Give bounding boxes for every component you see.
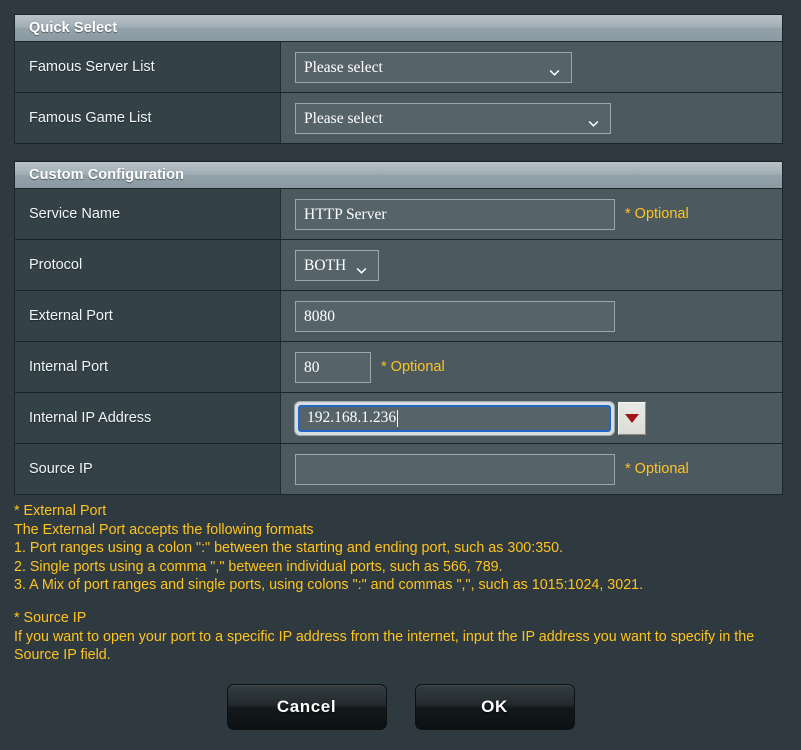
- note-external-port-item-2: 2. Single ports using a comma "," betwee…: [14, 558, 503, 575]
- cancel-button[interactable]: Cancel: [226, 684, 387, 730]
- external-port-value: 8080: [304, 307, 335, 325]
- note-external-port-heading: * External Port: [14, 503, 107, 519]
- chevron-down-icon: [587, 111, 600, 127]
- row-famous-game-list: Famous Game List Please select: [15, 93, 782, 143]
- label-famous-server-list: Famous Server List: [15, 42, 281, 92]
- port-forwarding-dialog: Quick Select Famous Server List Please s…: [0, 0, 801, 750]
- row-famous-server-list: Famous Server List Please select: [15, 42, 782, 93]
- internal-port-input[interactable]: 80: [295, 351, 371, 383]
- label-protocol: Protocol: [15, 240, 281, 290]
- note-external-port-item-3: 3. A Mix of port ranges and single ports…: [14, 577, 644, 594]
- row-internal-port: Internal Port 80 * Optional: [15, 342, 782, 393]
- row-service-name: Service Name HTTP Server * Optional: [15, 189, 782, 240]
- row-external-port: External Port 8080: [15, 291, 782, 342]
- quick-select-panel-title: Quick Select: [15, 15, 782, 42]
- internal-port-value: 80: [304, 358, 320, 376]
- label-internal-port: Internal Port: [15, 342, 281, 392]
- value-protocol: BOTH: [281, 240, 782, 290]
- label-service-name: Service Name: [15, 189, 281, 239]
- value-external-port: 8080: [281, 291, 782, 341]
- famous-server-list-selected-value: Please select: [304, 58, 383, 76]
- ok-button[interactable]: OK: [414, 684, 575, 730]
- source-ip-input[interactable]: [295, 453, 615, 485]
- internal-ip-input[interactable]: 192.168.1.236: [298, 404, 611, 432]
- custom-configuration-panel: Custom Configuration Service Name HTTP S…: [14, 161, 783, 495]
- dialog-footer-buttons: Cancel OK: [0, 684, 801, 730]
- chevron-down-icon: [355, 258, 368, 274]
- note-source-ip-heading: * Source IP: [14, 609, 87, 626]
- protocol-select[interactable]: BOTH: [295, 249, 379, 281]
- service-name-value: HTTP Server: [304, 205, 387, 223]
- row-source-ip: Source IP * Optional: [15, 444, 782, 494]
- row-protocol: Protocol BOTH: [15, 240, 782, 291]
- internal-ip-dropdown-button[interactable]: [618, 401, 646, 435]
- value-famous-server-list: Please select: [281, 42, 782, 92]
- value-internal-port: 80 * Optional: [281, 342, 782, 392]
- value-service-name: HTTP Server * Optional: [281, 189, 782, 239]
- source-ip-optional-note: * Optional: [625, 461, 689, 477]
- internal-ip-combobox: 192.168.1.236: [295, 401, 646, 435]
- custom-configuration-panel-title: Custom Configuration: [15, 162, 782, 189]
- dropdown-triangle-icon: [625, 413, 639, 423]
- external-port-input[interactable]: 8080: [295, 300, 615, 332]
- famous-game-list-selected-value: Please select: [304, 109, 383, 127]
- note-source-ip-body: If you want to open your port to a speci…: [14, 628, 755, 664]
- label-internal-ip-address: Internal IP Address: [15, 393, 281, 443]
- internal-port-optional-note: * Optional: [381, 359, 445, 375]
- help-notes: * External Port The External Port accept…: [14, 502, 789, 665]
- label-external-port: External Port: [15, 291, 281, 341]
- famous-server-list-select[interactable]: Please select: [295, 51, 572, 83]
- service-name-input[interactable]: HTTP Server: [295, 198, 615, 230]
- internal-ip-value: 192.168.1.236: [307, 409, 397, 426]
- note-external-port-intro: The External Port accepts the following …: [14, 521, 314, 538]
- row-internal-ip-address: Internal IP Address 192.168.1.236: [15, 393, 782, 444]
- value-source-ip: * Optional: [281, 444, 782, 494]
- label-famous-game-list: Famous Game List: [15, 93, 281, 143]
- service-name-optional-note: * Optional: [625, 206, 689, 222]
- text-caret: [397, 409, 399, 427]
- note-external-port-item-1: 1. Port ranges using a colon ":" between…: [14, 540, 564, 557]
- notes-spacer: [14, 595, 789, 609]
- quick-select-panel: Quick Select Famous Server List Please s…: [14, 14, 783, 144]
- chevron-down-icon: [548, 60, 561, 76]
- protocol-selected-value: BOTH: [304, 256, 347, 274]
- value-internal-ip-address: 192.168.1.236: [281, 393, 782, 443]
- famous-game-list-select[interactable]: Please select: [295, 102, 611, 134]
- label-source-ip: Source IP: [15, 444, 281, 494]
- value-famous-game-list: Please select: [281, 93, 782, 143]
- internal-ip-focus-ring: 192.168.1.236: [295, 401, 614, 435]
